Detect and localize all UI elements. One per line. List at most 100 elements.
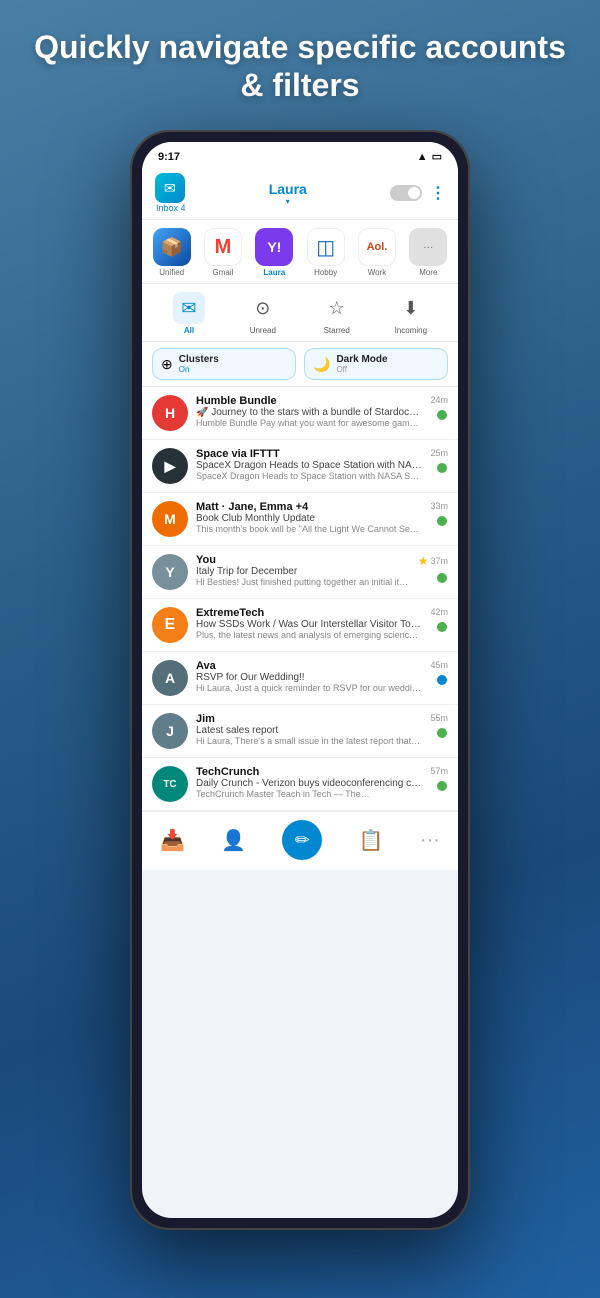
preview-matt-group: This month's book will be "All the Light… (196, 524, 422, 534)
app-logo: ✉ (155, 173, 185, 203)
tab-laura[interactable]: Y! Laura (251, 228, 298, 277)
sender-techcrunch: TechCrunch (196, 766, 422, 778)
unread-dot-jim (436, 727, 448, 739)
subject-techcrunch: Daily Crunch - Verizon buys videoconfere… (196, 778, 422, 789)
tab-work[interactable]: Aol. Work (353, 228, 400, 277)
battery-icon: ▭ (432, 150, 442, 163)
nav-tasks-icon: 📋 (359, 828, 384, 853)
avatar-extremetech: E (152, 607, 188, 643)
sender-you: You (196, 554, 410, 566)
email-item-matt-group[interactable]: M Matt · Jane, Emma +4 Book Club Monthly… (142, 493, 458, 546)
phone-frame: 9:17 ▲ ▭ ✉ Inbox 4 Laura ▾ ⋮ 📦 (130, 130, 470, 1230)
tab-unified[interactable]: 📦 Unified (148, 228, 195, 277)
email-list: H Humble Bundle 🚀 Journey to the stars w… (142, 387, 458, 811)
compose-button[interactable]: ✏ (282, 820, 322, 860)
preview-space-ifttt: SpaceX Dragon Heads to Space Station wit… (196, 471, 422, 481)
filter-all[interactable]: ✉ All (173, 292, 205, 335)
filter-incoming[interactable]: ⬇ Incoming (395, 292, 427, 335)
nav-contacts-icon: 👤 (221, 828, 246, 853)
avatar-space-ifttt: ▶ (152, 448, 188, 484)
tab-more[interactable]: ··· More (405, 228, 452, 277)
darkmode-title: Dark Mode (336, 354, 387, 365)
email-item-space-ifttt[interactable]: ▶ Space via IFTTT SpaceX Dragon Heads to… (142, 440, 458, 493)
meta-you: ★ 37m (418, 554, 448, 584)
tab-more-label: More (419, 268, 437, 277)
inbox-count-label: Inbox 4 (156, 203, 186, 213)
nav-right: ⋮ (390, 183, 446, 203)
preview-extremetech: Plus, the latest news and analysis of em… (196, 630, 422, 640)
unified-icon: 📦 (153, 228, 191, 266)
filter-unread-icon: ⊙ (247, 292, 279, 324)
email-item-you[interactable]: Y You Italy Trip for December Hi Besties… (142, 546, 458, 599)
laura-icon: Y! (255, 228, 293, 266)
darkmode-text: Dark Mode Off (336, 354, 387, 374)
filter-unread[interactable]: ⊙ Unread (247, 292, 279, 335)
time-matt-group: 33m (430, 501, 448, 511)
preview-techcrunch: TechCrunch Master Teach in Tech — The… (196, 789, 422, 799)
hero-title: Quickly navigate specific accounts & fil… (0, 0, 600, 125)
filter-starred[interactable]: ☆ Starred (321, 292, 353, 335)
sender-humble-bundle: Humble Bundle (196, 395, 422, 407)
email-content-techcrunch: TechCrunch Daily Crunch - Verizon buys v… (196, 766, 422, 799)
toggle-switch[interactable] (390, 185, 422, 201)
email-content-jim: Jim Latest sales report Hi Laura, There'… (196, 713, 422, 746)
darkmode-button[interactable]: 🌙 Dark Mode Off (304, 348, 448, 380)
subject-you: Italy Trip for December (196, 566, 410, 577)
more-menu-button[interactable]: ⋮ (430, 183, 446, 203)
preview-ava: Hi Laura, Just a quick reminder to RSVP … (196, 683, 422, 693)
tab-hobby[interactable]: ◫ Hobby (302, 228, 349, 277)
tab-gmail-label: Gmail (213, 268, 234, 277)
gmail-icon: M (204, 228, 242, 266)
email-item-ava[interactable]: A Ava RSVP for Our Wedding!! Hi Laura, J… (142, 652, 458, 705)
time-humble-bundle: 24m (430, 395, 448, 405)
starred-icon-you: ★ (418, 554, 429, 568)
avatar-matt-group: M (152, 501, 188, 537)
filter-starred-label: Starred (324, 326, 350, 335)
email-item-jim[interactable]: J Jim Latest sales report Hi Laura, Ther… (142, 705, 458, 758)
subject-extremetech: How SSDs Work / Was Our Interstellar Vis… (196, 619, 422, 630)
account-chevron-icon[interactable]: ▾ (186, 197, 390, 206)
account-name[interactable]: Laura (186, 181, 390, 197)
subject-ava: RSVP for Our Wedding!! (196, 672, 422, 683)
avatar-jim: J (152, 713, 188, 749)
top-nav: ✉ Inbox 4 Laura ▾ ⋮ (142, 167, 458, 220)
nav-tasks[interactable]: 📋 (359, 828, 384, 853)
sender-extremetech: ExtremeTech (196, 607, 422, 619)
preview-you: Hi Besties! Just finished putting togeth… (196, 577, 410, 587)
filter-bar: ✉ All ⊙ Unread ☆ Starred ⬇ Incoming (142, 284, 458, 342)
status-icons: ▲ ▭ (417, 150, 442, 163)
tab-gmail[interactable]: M Gmail (199, 228, 246, 277)
email-item-extremetech[interactable]: E ExtremeTech How SSDs Work / Was Our In… (142, 599, 458, 652)
email-item-techcrunch[interactable]: TC TechCrunch Daily Crunch - Verizon buy… (142, 758, 458, 811)
tab-laura-label: Laura (263, 268, 285, 277)
hobby-icon: ◫ (307, 228, 345, 266)
meta-humble-bundle: 24m (430, 395, 448, 421)
subject-matt-group: Book Club Monthly Update (196, 513, 422, 524)
avatar-techcrunch: TC (152, 766, 188, 802)
time-jim: 55m (430, 713, 448, 723)
email-item-humble-bundle[interactable]: H Humble Bundle 🚀 Journey to the stars w… (142, 387, 458, 440)
nav-compose[interactable]: ✏ (282, 820, 322, 860)
clusters-button[interactable]: ⊕ Clusters On (152, 348, 296, 380)
avatar-humble-bundle: H (152, 395, 188, 431)
nav-more[interactable]: ··· (420, 829, 440, 852)
feature-row: ⊕ Clusters On 🌙 Dark Mode Off (142, 342, 458, 387)
time-ava: 45m (430, 660, 448, 670)
filter-all-icon: ✉ (173, 292, 205, 324)
filter-incoming-icon: ⬇ (395, 292, 427, 324)
status-time: 9:17 (158, 151, 180, 163)
nav-inbox[interactable]: 📥 (160, 828, 185, 853)
nav-contacts[interactable]: 👤 (221, 828, 246, 853)
filter-incoming-label: Incoming (395, 326, 427, 335)
subject-jim: Latest sales report (196, 725, 422, 736)
tab-unified-label: Unified (159, 268, 184, 277)
email-content-extremetech: ExtremeTech How SSDs Work / Was Our Inte… (196, 607, 422, 640)
nav-center[interactable]: Laura ▾ (186, 181, 390, 206)
sender-space-ifttt: Space via IFTTT (196, 448, 422, 460)
more-icon: ··· (409, 228, 447, 266)
meta-extremetech: 42m (430, 607, 448, 633)
sender-matt-group: Matt · Jane, Emma +4 (196, 501, 422, 513)
unread-dot-space-ifttt (436, 462, 448, 474)
filter-unread-label: Unread (250, 326, 276, 335)
unread-dot-ava (436, 674, 448, 686)
